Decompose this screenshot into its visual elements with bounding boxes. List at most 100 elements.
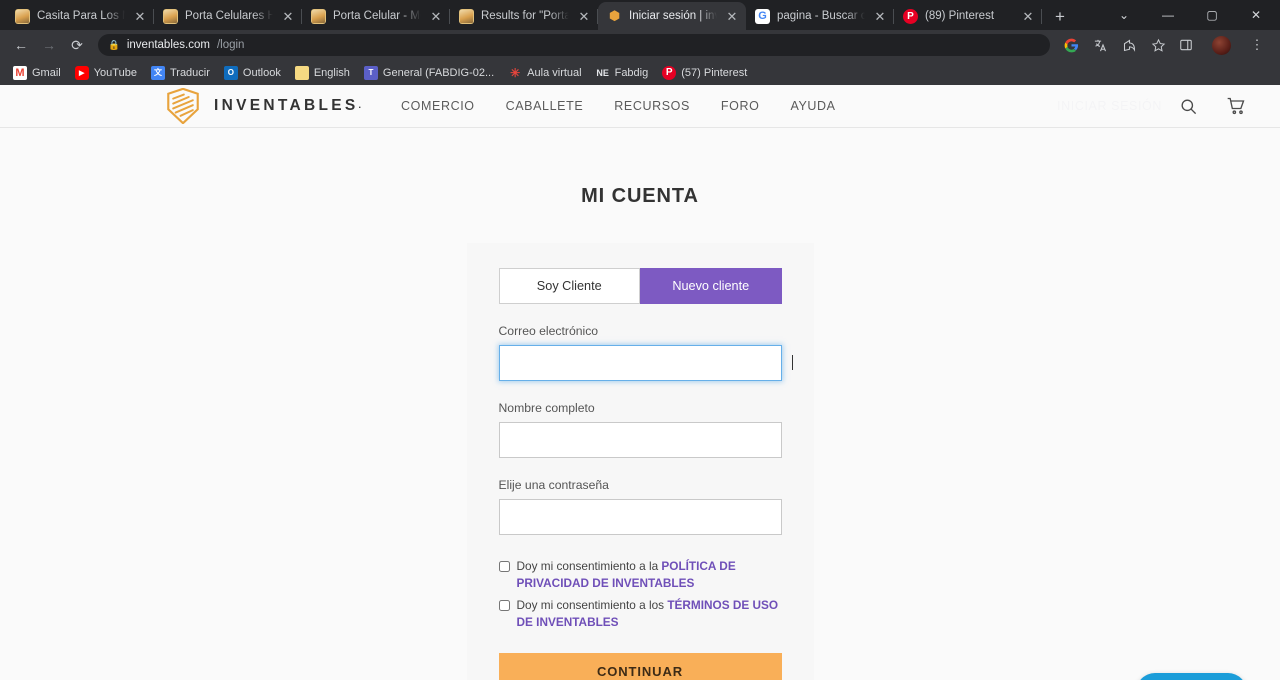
bookmark-aula-virtual[interactable]: ✳ Aula virtual [502, 64, 587, 82]
consent-privacy-text: Doy mi consentimiento a la POLÍTICA DE P… [516, 559, 736, 591]
tab-title: (89) Pinterest [925, 10, 995, 22]
inventables-icon: ⬢ [608, 8, 621, 24]
tab-title: pagina - Buscar con G [777, 10, 865, 22]
google-icon[interactable] [1058, 32, 1084, 58]
search-icon[interactable] [1179, 97, 1198, 116]
bookmark-label: English [313, 66, 350, 79]
page-viewport: INVENTABLES. COMERCIO CABALLETE RECURSOS… [0, 85, 1280, 680]
new-tab-button[interactable]: + [1046, 2, 1074, 30]
google-icon: G [755, 8, 770, 24]
url-domain: inventables.com [126, 39, 210, 51]
minimize-button[interactable]: — [1146, 0, 1190, 30]
browser-tab[interactable]: Results for "Porta Cel ✕ [450, 2, 598, 30]
bookmark-fabdig[interactable]: NE Fabdig [590, 64, 655, 82]
browser-tab[interactable]: G pagina - Buscar con G ✕ [746, 2, 894, 30]
lock-icon: 🔒 [108, 39, 120, 51]
nav-item-foro[interactable]: FORO [721, 99, 760, 113]
text-caret [791, 355, 793, 370]
account-link[interactable]: INICIAR SESIÓN [1057, 99, 1162, 113]
consent-privacy-checkbox[interactable] [498, 561, 510, 572]
browser-tab[interactable]: Porta Celulares Hecho ✕ [154, 2, 302, 30]
back-icon[interactable]: ← [8, 32, 34, 58]
tab-close-icon[interactable]: ✕ [280, 8, 296, 24]
header-actions [1179, 96, 1280, 116]
teams-icon: T [363, 65, 378, 80]
profile-avatar-icon[interactable] [1212, 35, 1231, 55]
password-input[interactable] [498, 499, 782, 535]
fullname-input[interactable] [498, 422, 782, 458]
bookmark-traducir[interactable]: 文 Traducir [145, 64, 216, 82]
browser-tab-active[interactable]: ⬢ Iniciar sesión | inventa ✕ [598, 2, 746, 30]
site-logo[interactable]: INVENTABLES. [165, 88, 361, 124]
tab-search-icon[interactable]: ⌄ [1102, 0, 1146, 30]
tab-close-icon[interactable]: ✕ [1020, 8, 1036, 24]
nav-item-comercio[interactable]: COMERCIO [401, 99, 475, 113]
bookmark-general-fabdig[interactable]: T General (FABDIG-02... [358, 64, 500, 82]
browser-tab[interactable]: Porta Celular - Model ✕ [302, 2, 450, 30]
image-thumb-icon [311, 8, 326, 24]
window-controls: ⌄ — ▢ ✕ [1102, 0, 1280, 30]
tab-close-icon[interactable]: ✕ [576, 8, 592, 24]
forward-icon[interactable]: → [36, 32, 62, 58]
consent-terms-checkbox[interactable] [498, 600, 510, 612]
tab-close-icon[interactable]: ✕ [428, 8, 444, 24]
tab-title: Porta Celulares Hecho [185, 10, 273, 22]
bookmark-youtube[interactable]: ▶ YouTube [69, 64, 143, 82]
browser-toolbar: ← → ⟳ 🔒 inventables.com/login ⋮ [0, 30, 1280, 60]
account-type-tabs: Soy Cliente Nuevo cliente [498, 268, 782, 304]
tab-close-icon[interactable]: ✕ [132, 8, 148, 24]
bookmarks-bar: M Gmail ▶ YouTube 文 Traducir O Outlook E… [0, 60, 1280, 86]
password-field-group: Elije una contraseña [498, 478, 782, 535]
bookmark-outlook[interactable]: O Outlook [218, 64, 287, 82]
tab-nuevo-cliente[interactable]: Nuevo cliente [640, 268, 782, 304]
bookmark-gmail[interactable]: M Gmail [7, 64, 67, 82]
nav-item-recursos[interactable]: RECURSOS [614, 99, 690, 113]
consent-privacy-row: Doy mi consentimiento a la POLÍTICA DE P… [498, 558, 782, 592]
tab-soy-cliente[interactable]: Soy Cliente [498, 268, 640, 304]
side-panel-icon[interactable] [1173, 32, 1199, 58]
email-input[interactable] [498, 345, 782, 381]
main-navigation: COMERCIO CABALLETE RECURSOS FORO AYUDA [401, 99, 836, 113]
cart-icon[interactable] [1226, 96, 1246, 116]
bookmark-english-folder[interactable]: English [289, 64, 356, 82]
continue-button[interactable]: CONTINUAR [498, 653, 782, 680]
chrome-menu-icon[interactable]: ⋮ [1244, 32, 1270, 58]
bookmark-label: General (FABDIG-02... [382, 66, 495, 79]
consent-terms-text: Doy mi consentimiento a los TÉRMINOS DE … [516, 598, 779, 630]
pinterest-icon: P [662, 65, 677, 80]
translate-icon[interactable] [1087, 32, 1113, 58]
image-thumb-icon [15, 8, 30, 24]
brand-name: INVENTABLES. [214, 97, 362, 114]
tab-close-icon[interactable]: ✕ [724, 8, 740, 24]
reload-icon[interactable]: ⟳ [64, 32, 90, 58]
close-window-button[interactable]: ✕ [1234, 0, 1278, 30]
bookmark-pinterest[interactable]: P (57) Pinterest [656, 64, 753, 82]
browser-tab[interactable]: Casita Para Los Minin ✕ [6, 2, 154, 30]
bookmark-label: (57) Pinterest [681, 66, 748, 79]
address-bar[interactable]: 🔒 inventables.com/login [98, 34, 1050, 56]
bookmark-star-icon[interactable] [1145, 32, 1171, 58]
maximize-button[interactable]: ▢ [1190, 0, 1234, 30]
email-field-group: Correo electrónico [498, 324, 793, 381]
gmail-icon: M [13, 65, 27, 80]
share-icon[interactable] [1116, 32, 1142, 58]
fabdig-icon: NE [596, 67, 609, 78]
bookmark-label: Outlook [242, 66, 281, 79]
toolbar-icons [1058, 32, 1171, 58]
tab-close-icon[interactable]: ✕ [872, 8, 888, 24]
browser-tab[interactable]: P (89) Pinterest ✕ [894, 2, 1042, 30]
tab-strip: Casita Para Los Minin ✕ Porta Celulares … [0, 0, 1280, 30]
tab-title: Casita Para Los Minin [37, 10, 125, 22]
password-label: Elije una contraseña [498, 478, 609, 492]
consent-group: Doy mi consentimiento a la POLÍTICA DE P… [498, 558, 782, 631]
aula-icon: ✳ [510, 65, 521, 80]
google-translate-icon: 文 [150, 65, 165, 80]
image-thumb-icon [459, 8, 474, 24]
nav-item-ayuda[interactable]: AYUDA [790, 99, 835, 113]
bookmark-label: Gmail [32, 66, 61, 79]
nav-item-caballete[interactable]: CABALLETE [506, 99, 584, 113]
support-chat-button[interactable]: ? Soporte [1135, 673, 1247, 680]
pinterest-icon: P [903, 8, 918, 24]
account-form-card: Soy Cliente Nuevo cliente Correo electró… [466, 243, 814, 680]
tab-title: Results for "Porta Cel [481, 10, 569, 22]
